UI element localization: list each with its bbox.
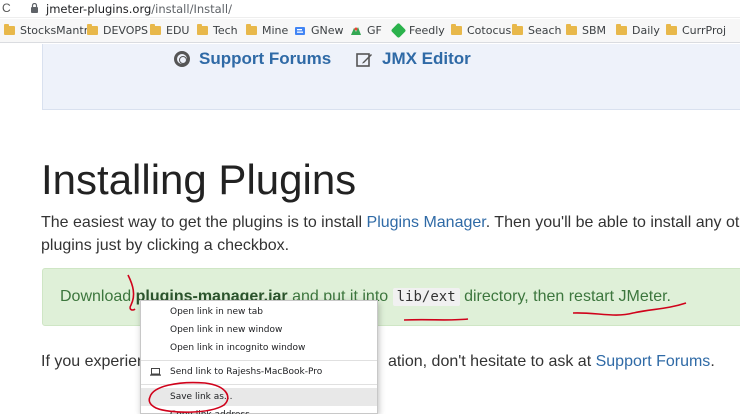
support-forums-label: Support Forums	[199, 49, 332, 68]
intro-text: The easiest way to get the plugins is to…	[41, 214, 367, 231]
lock-icon[interactable]	[30, 3, 39, 13]
bookmark-gnew[interactable]: GNew	[294, 24, 344, 37]
bookmark-label: CurrProj	[682, 24, 727, 37]
url-text[interactable]: jmeter-plugins.org/install/Install/	[46, 2, 232, 16]
folder-icon	[566, 24, 577, 35]
intro-text: . Then you'll be able to install any oth	[485, 214, 740, 231]
download-text: Download	[60, 288, 136, 305]
bookmark-label: GF	[367, 24, 382, 37]
folder-icon	[512, 24, 523, 35]
bookmark-label: GNew	[311, 24, 344, 37]
bookmark-mine[interactable]: Mine	[246, 24, 288, 37]
bookmark-daily[interactable]: Daily	[616, 24, 660, 37]
laptop-icon	[150, 368, 161, 376]
menu-send-to-device[interactable]: Send link to Rajeshs-MacBook-Pro	[141, 363, 377, 381]
address-bar[interactable]: C jmeter-plugins.org/install/Install/	[0, 0, 740, 18]
intro-line-2: plugins just by clicking a checkbox.	[41, 237, 290, 254]
menu-open-new-window[interactable]: Open link in new window	[141, 321, 377, 339]
bookmark-tech[interactable]: Tech	[197, 24, 238, 37]
url-path: /install/Install/	[151, 2, 232, 16]
bookmark-label: Daily	[632, 24, 660, 37]
experience-text: .	[710, 353, 715, 370]
experience-text: If you experien	[41, 353, 146, 370]
folder-icon	[616, 24, 627, 35]
bookmark-label: SBM	[582, 24, 607, 37]
support-forums-inline-link[interactable]: Support Forums	[596, 353, 711, 370]
bookmark-gf[interactable]: GF	[350, 24, 382, 37]
support-forums-link[interactable]: Support Forums	[174, 49, 331, 69]
bookmark-sbm[interactable]: SBM	[566, 24, 606, 37]
reload-icon[interactable]: C	[2, 1, 11, 15]
menu-open-new-tab[interactable]: Open link in new tab	[141, 303, 377, 321]
bookmark-label: StocksMantra	[20, 24, 95, 37]
lib-ext-code: lib/ext	[392, 288, 460, 306]
bookmark-devops[interactable]: DEVOPS	[87, 24, 148, 37]
menu-copy-link-partial[interactable]: Copy link address	[141, 406, 377, 414]
bookmark-currproj[interactable]: CurrProj	[666, 24, 726, 37]
jmx-editor-label: JMX Editor	[382, 49, 471, 68]
folder-icon	[150, 24, 161, 35]
bookmark-label: Seach	[528, 24, 562, 37]
edit-icon	[356, 52, 372, 67]
context-menu: Open link in new tab Open link in new wi…	[140, 300, 378, 414]
experience-text: ation, don't hesitate to ask at	[387, 353, 596, 370]
bookmark-label: Feedly	[409, 24, 445, 37]
bookmark-label: EDU	[166, 24, 190, 37]
gnews-icon	[295, 26, 305, 35]
lifebuoy-icon	[174, 51, 190, 67]
folder-icon	[4, 24, 15, 35]
download-text: directory, then restart JMeter.	[459, 288, 671, 305]
bookmark-cotocus[interactable]: Cotocus	[451, 24, 511, 37]
folder-icon	[666, 24, 677, 35]
folder-icon	[87, 24, 98, 35]
plugins-manager-link[interactable]: Plugins Manager	[367, 214, 486, 231]
menu-open-incognito[interactable]: Open link in incognito window	[141, 339, 377, 357]
menu-save-link-as[interactable]: Save link as...	[141, 388, 377, 406]
feedly-icon	[390, 22, 407, 39]
jmx-editor-link[interactable]: JMX Editor	[356, 49, 471, 69]
bookmark-feedly[interactable]: Feedly	[390, 22, 445, 39]
menu-send-label: Send link to Rajeshs-MacBook-Pro	[170, 367, 323, 377]
bookmark-edu[interactable]: EDU	[150, 24, 189, 37]
folder-icon	[451, 24, 462, 35]
page-title: Installing Plugins	[41, 156, 357, 203]
bookmark-label: Cotocus	[467, 24, 512, 37]
folder-icon	[197, 24, 208, 35]
bookmark-label: DEVOPS	[103, 24, 149, 37]
bookmark-label: Mine	[262, 24, 289, 37]
menu-separator	[141, 360, 377, 361]
gf-icon	[351, 26, 361, 35]
url-host: jmeter-plugins.org	[46, 2, 152, 16]
intro-line-1: The easiest way to get the plugins is to…	[41, 214, 740, 232]
folder-icon	[246, 24, 257, 35]
bookmark-seach[interactable]: Seach	[512, 24, 562, 37]
bookmark-label: Tech	[213, 24, 238, 37]
bookmark-stocksmantra[interactable]: StocksMantra	[4, 24, 95, 37]
bookmarks-bar: StocksMantra DEVOPS EDU Tech Mine GNew G…	[0, 19, 740, 43]
menu-separator	[141, 384, 377, 385]
